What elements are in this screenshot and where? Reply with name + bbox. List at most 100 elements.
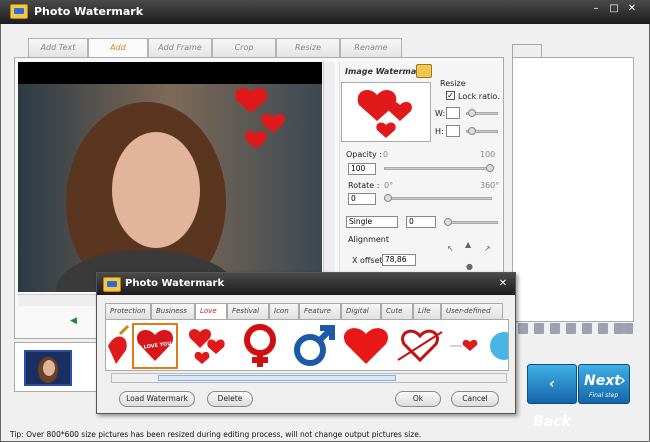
tab-crop[interactable]: Crop	[212, 38, 276, 58]
photo-thumbnail[interactable]	[24, 350, 72, 386]
gallery-scrollbar[interactable]	[111, 373, 507, 383]
image-watermark-title: Image Watermark	[345, 67, 426, 76]
dialog-tab-business[interactable]: Business	[151, 303, 195, 319]
opacity-min: 0	[383, 150, 389, 159]
cancel-button[interactable]: Cancel	[451, 391, 499, 407]
rotate-field[interactable]: 0	[348, 193, 376, 205]
ok-button[interactable]: Ok	[395, 391, 441, 407]
heart-arrow-icon[interactable]	[396, 324, 444, 368]
move-down-alt-icon[interactable]	[566, 323, 576, 334]
align-center-icon[interactable]: ●	[466, 262, 473, 271]
title-bar: Photo Watermark – □ ✕	[0, 0, 650, 24]
side-tab[interactable]	[512, 44, 542, 58]
next-label: Next	[584, 373, 621, 389]
width-label: W:	[435, 109, 446, 118]
dialog-title: Photo Watermark	[125, 278, 225, 289]
tab-rename[interactable]: Rename	[340, 38, 402, 58]
import-icon[interactable]	[614, 323, 624, 334]
count-slider-thumb[interactable]	[444, 218, 452, 226]
minimize-icon[interactable]: –	[590, 3, 602, 15]
opacity-field[interactable]: 100	[348, 163, 376, 175]
height-field[interactable]	[446, 125, 460, 137]
side-toolbar	[512, 322, 634, 336]
resize-label: Resize	[440, 79, 466, 88]
width-field[interactable]	[446, 107, 460, 119]
height-slider-thumb[interactable]	[468, 127, 476, 135]
rotate-slider-thumb[interactable]	[384, 194, 392, 202]
window-title: Photo Watermark	[34, 5, 144, 18]
lock-ratio-checkbox[interactable]: ✓	[446, 91, 455, 100]
export-icon[interactable]	[598, 323, 608, 334]
photo-preview[interactable]	[18, 62, 322, 292]
align-upleft-icon[interactable]: ↖	[447, 244, 454, 253]
close-icon[interactable]: ✕	[626, 3, 638, 15]
image-list-panel	[512, 57, 634, 322]
back-button[interactable]: ‹ Back	[527, 364, 577, 430]
first-page-icon[interactable]: ◀	[70, 316, 78, 326]
watermark-gallery: I LOVE YOU	[105, 319, 509, 371]
open-icon[interactable]	[534, 323, 544, 334]
move-down-icon[interactable]	[550, 323, 560, 334]
dialog-tabs: Protection Business Love Festival Icon F…	[105, 303, 509, 319]
dialog-tab-protection[interactable]: Protection	[105, 303, 151, 319]
opacity-slider[interactable]	[384, 167, 492, 170]
lock-ratio-label: Lock ratio.	[458, 92, 500, 101]
dialog-tab-cute[interactable]: Cute	[381, 303, 413, 319]
dialog-tab-festival[interactable]: Festival	[227, 303, 269, 319]
tab-resize[interactable]: Resize	[276, 38, 340, 58]
maximize-icon[interactable]: □	[608, 3, 620, 15]
tab-add-text[interactable]: Add Text	[28, 38, 88, 58]
dialog-tab-user-defined[interactable]: User-defined	[441, 303, 503, 319]
dialog-tab-icon[interactable]: Icon	[269, 303, 299, 319]
back-arrow-icon: ‹	[549, 376, 555, 392]
count-field[interactable]: 0	[406, 216, 436, 228]
watermark-image-preview	[341, 82, 431, 142]
save-icon[interactable]	[518, 323, 528, 334]
next-sublabel: Final step	[589, 392, 619, 399]
main-tabs: Add Text Add Image Add Frame Crop Resize…	[28, 38, 408, 70]
dialog-tab-love[interactable]: Love	[195, 303, 227, 319]
mode-select[interactable]: Single	[346, 216, 398, 228]
app-icon	[10, 4, 28, 19]
opacity-max: 100	[480, 150, 496, 159]
open-folder-icon[interactable]	[416, 64, 432, 78]
dialog-title-bar: Photo Watermark ✕	[97, 273, 515, 295]
delete-icon[interactable]	[624, 323, 633, 334]
rotate-max: 360°	[480, 181, 500, 190]
male-symbol-icon[interactable]	[290, 322, 338, 370]
opacity-slider-thumb[interactable]	[486, 164, 494, 172]
rotate-min: 0°	[384, 181, 394, 190]
next-arrow-icon: ›	[620, 373, 626, 389]
gallery-scrollbar-thumb[interactable]	[158, 375, 396, 381]
gallery-heart-tag-icon[interactable]	[106, 324, 130, 368]
x-offset-field[interactable]: 78,86	[382, 254, 416, 266]
rotate-slider[interactable]	[384, 197, 492, 200]
width-slider-thumb[interactable]	[468, 109, 476, 117]
move-up-icon[interactable]	[582, 323, 592, 334]
tab-add-frame[interactable]: Add Frame	[148, 38, 212, 58]
tab-add-image[interactable]: Add Image	[88, 38, 148, 70]
dialog-tab-life[interactable]: Life	[413, 303, 441, 319]
dialog-tab-feature[interactable]: Feature	[299, 303, 341, 319]
female-symbol-icon[interactable]	[236, 322, 284, 370]
back-label: Back	[533, 414, 571, 430]
preview-vertical-scrollbar[interactable]	[323, 62, 335, 294]
gallery-hearts-icon[interactable]	[186, 324, 230, 368]
next-button[interactable]: Next Final step ›	[578, 364, 630, 404]
delete-button[interactable]: Delete	[207, 391, 253, 407]
dialog-tab-digital[interactable]: Digital	[341, 303, 381, 319]
align-up-icon[interactable]: ▲	[465, 240, 471, 249]
blue-heart-icon[interactable]	[488, 326, 509, 366]
alignment-label: Alignment	[348, 235, 389, 244]
opacity-label: Opacity :	[346, 150, 383, 159]
gallery-item-selected[interactable]: I LOVE YOU	[132, 323, 178, 369]
align-upright-icon[interactable]: ↗	[484, 244, 491, 253]
count-slider[interactable]	[444, 221, 498, 224]
small-heart-icon[interactable]	[450, 334, 480, 358]
gallery-big-heart-icon[interactable]	[342, 324, 390, 368]
dialog-close-icon[interactable]: ✕	[497, 278, 509, 290]
watermark-library-dialog: Photo Watermark ✕ Protection Business Lo…	[96, 272, 516, 414]
x-offset-label: X offset:	[352, 256, 386, 265]
load-watermark-button[interactable]: Load Watermark	[119, 391, 195, 407]
alignment-arrows[interactable]: ▲ ↖ ↗ ●	[444, 240, 498, 274]
